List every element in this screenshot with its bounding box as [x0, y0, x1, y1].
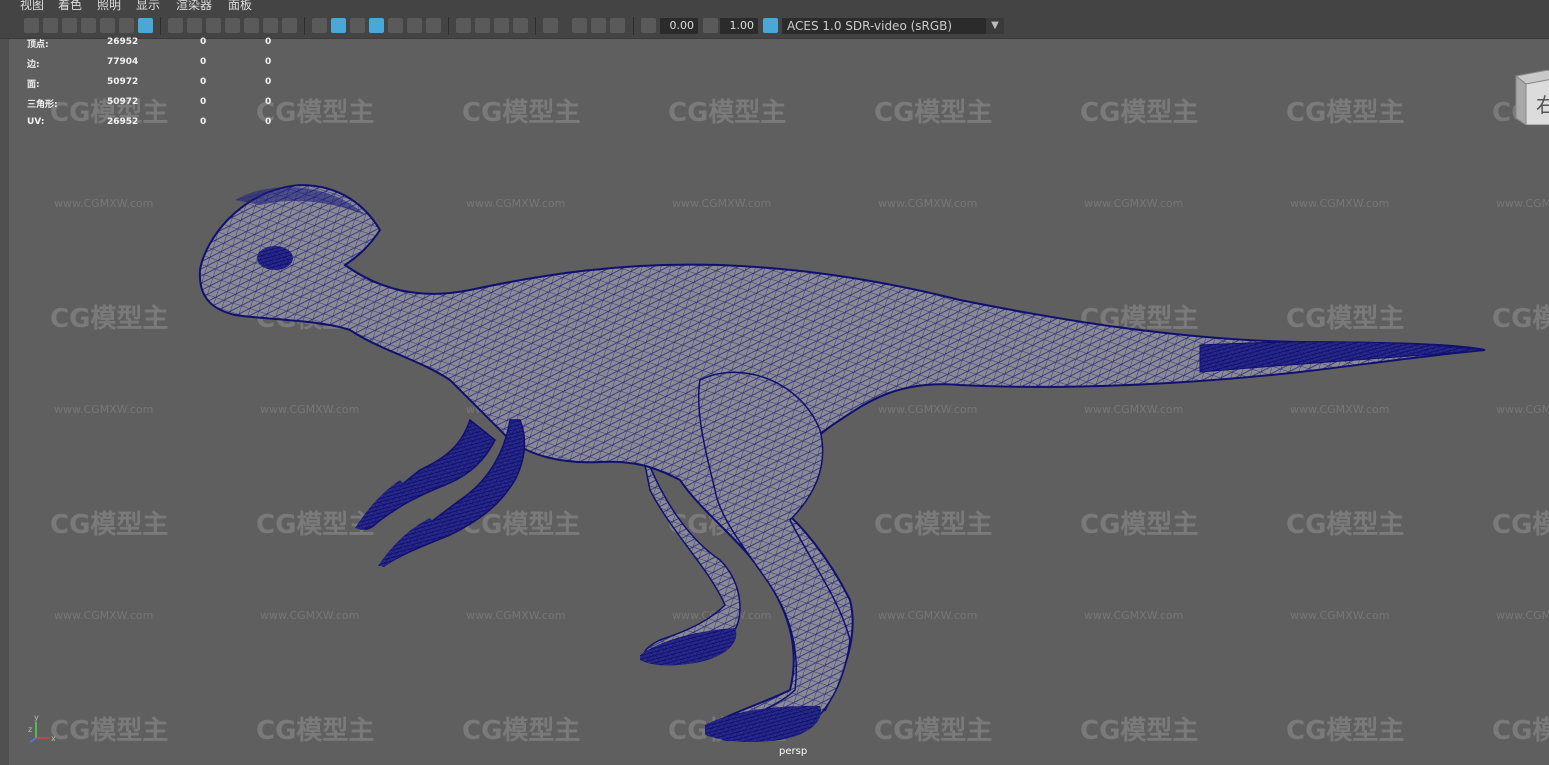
camera-name-label: persp	[779, 746, 808, 757]
hud-row-uvs: UV: 26952 0 0	[27, 117, 287, 129]
hud-row-vertices: 顶点: 26952 0 0	[27, 37, 287, 50]
hud-value: 0	[265, 37, 272, 47]
hud-value: 26952	[107, 37, 139, 47]
hud-value: 0	[200, 57, 207, 67]
viewcube-face-label: 右	[1536, 93, 1549, 117]
hud-label: UV:	[27, 117, 45, 127]
hud-row-triangles: 三角形: 50972 0 0	[27, 97, 287, 110]
hud-value: 0	[265, 77, 272, 87]
hud-label: 面:	[27, 80, 40, 90]
hud-value: 0	[265, 57, 272, 67]
hud-row-faces: 面: 50972 0 0	[27, 77, 287, 90]
hud-label: 边:	[27, 60, 40, 70]
hud-value: 0	[200, 117, 207, 127]
hud-value: 26952	[107, 117, 139, 127]
axis-z-label: z	[28, 725, 32, 734]
hud-label: 顶点:	[27, 40, 49, 50]
axis-x-label: x	[51, 734, 56, 743]
dinosaur-wireframe-model[interactable]	[0, 0, 1549, 765]
hud-value: 50972	[107, 97, 139, 107]
hud-value: 0	[200, 37, 207, 47]
hud-value: 0	[265, 97, 272, 107]
hud-value: 50972	[107, 77, 139, 87]
eye-socket	[257, 246, 293, 270]
hud-row-edges: 边: 77904 0 0	[27, 57, 287, 70]
hud-value: 0	[200, 77, 207, 87]
hud-value: 0	[200, 97, 207, 107]
hud-label: 三角形:	[27, 100, 58, 110]
axis-y-label: y	[34, 713, 39, 722]
hud-value: 77904	[107, 57, 139, 67]
axis-gizmo: y z x	[28, 713, 56, 743]
near-foot	[705, 705, 821, 743]
hud-value: 0	[265, 117, 272, 127]
view-cube[interactable]: 右	[1508, 70, 1549, 125]
